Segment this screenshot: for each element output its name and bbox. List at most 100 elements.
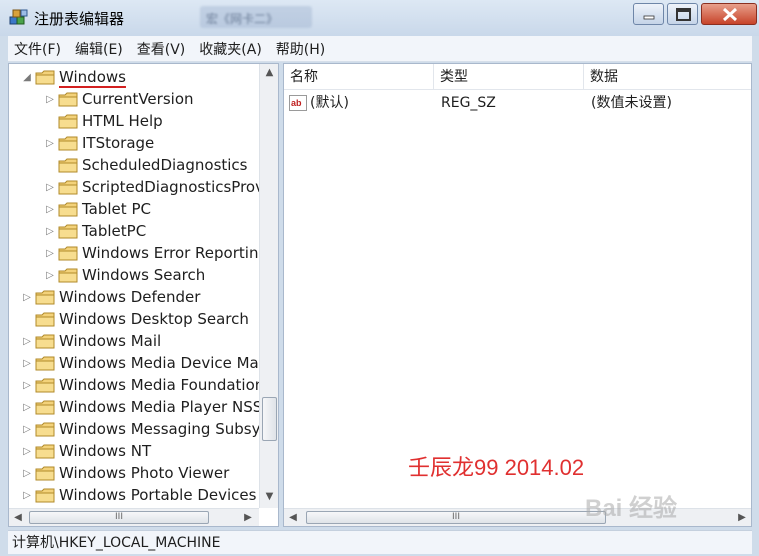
folder-icon (58, 224, 78, 239)
expand-icon[interactable]: ▷ (44, 93, 56, 105)
tree-item[interactable]: ◢ Windows (21, 66, 126, 88)
column-data[interactable]: 数据 (584, 64, 751, 90)
tree-item-label: Windows Portable Devices (59, 486, 257, 504)
tree-item[interactable]: ▷ Windows Media Device Ma (21, 352, 259, 374)
values-pane[interactable]: 名称 类型 数据 ab (默认) REG_SZ (数值未设置) 壬辰龙99 20… (283, 63, 752, 527)
folder-icon (35, 312, 55, 327)
menu-help[interactable]: 帮助(H) (276, 39, 325, 59)
folder-icon (58, 202, 78, 217)
scroll-down-icon[interactable]: ▼ (260, 488, 278, 506)
minimize-button[interactable] (633, 3, 664, 25)
tree-item-label: TabletPC (82, 222, 147, 240)
scroll-left-icon[interactable]: ◀ (284, 509, 302, 526)
tree-item[interactable]: Windows Desktop Search (21, 308, 249, 330)
tree-item[interactable]: ▷ Windows Portable Devices (21, 484, 256, 506)
tree-item[interactable]: ▷ ScriptedDiagnosticsProv (44, 176, 259, 198)
expand-icon[interactable]: ▷ (21, 379, 33, 391)
tree-item[interactable]: ▷ TabletPC (44, 220, 146, 242)
tree-item[interactable]: ▷ Windows NT (21, 440, 151, 462)
folder-icon (35, 378, 55, 393)
tree-vertical-scrollbar[interactable]: ▲ ▼ (259, 64, 278, 508)
scroll-thumb[interactable] (262, 397, 277, 441)
tree-item-label: Windows Search (82, 266, 206, 284)
expand-icon[interactable]: ▷ (21, 467, 33, 479)
menu-favorites[interactable]: 收藏夹(A) (199, 39, 262, 59)
folder-icon (35, 334, 55, 349)
tree-item[interactable]: ▷ Windows Messaging Subsys (21, 418, 259, 440)
key-tree-pane[interactable]: ◢ Windows ▷ CurrentVersion HTML Help ▷ ITStora… (8, 63, 279, 527)
column-type[interactable]: 类型 (434, 64, 584, 90)
expand-icon[interactable]: ▷ (21, 291, 33, 303)
tree-item[interactable]: ▷ Windows Photo Viewer (21, 462, 229, 484)
scroll-thumb[interactable]: III (29, 511, 209, 524)
expand-icon[interactable]: ▷ (21, 357, 33, 369)
registry-editor-icon (9, 9, 28, 25)
tree-item-label: HTML Help (82, 112, 163, 130)
tree-item[interactable]: ▷ Windows Media Player NSS (21, 396, 259, 418)
tree-item[interactable]: ▷ Windows Mail (21, 330, 161, 352)
folder-icon (35, 70, 55, 85)
menu-view[interactable]: 查看(V) (137, 39, 186, 59)
folder-icon (35, 400, 55, 415)
tree-item-label: Windows Defender (59, 288, 201, 306)
expand-icon[interactable]: ▷ (21, 423, 33, 435)
svg-text:ab: ab (291, 98, 302, 108)
folder-icon (58, 180, 78, 195)
tree-item-label: Tablet PC (82, 200, 151, 218)
tree-item-label: Windows Desktop Search (59, 310, 249, 328)
expand-icon[interactable]: ▷ (44, 137, 56, 149)
folder-icon (35, 488, 55, 503)
scroll-thumb[interactable]: III (306, 511, 606, 524)
expand-icon[interactable]: ▷ (21, 445, 33, 457)
expand-icon[interactable]: ▷ (44, 247, 56, 259)
expand-icon[interactable]: ▷ (44, 225, 56, 237)
expand-icon[interactable]: ▷ (44, 269, 56, 281)
close-button[interactable] (701, 3, 757, 25)
tree-item-label: Windows Media Player NSS (59, 398, 259, 416)
tree-item[interactable]: ▷ Windows Defender (21, 286, 200, 308)
tree-item-label: CurrentVersion (82, 90, 194, 108)
folder-icon (35, 290, 55, 305)
folder-icon (58, 92, 78, 107)
folder-icon (58, 136, 78, 151)
expand-icon[interactable]: ▷ (44, 181, 56, 193)
tree-item-label: Windows Media Foundation (59, 376, 259, 394)
expand-icon[interactable]: ▷ (21, 401, 33, 413)
value-name: (默认) (310, 95, 349, 111)
menu-edit[interactable]: 编辑(E) (75, 39, 123, 59)
tree-item[interactable]: ▷ Windows Error Reporting (44, 242, 259, 264)
expand-icon[interactable]: ▷ (21, 335, 33, 347)
scroll-right-icon[interactable]: ▶ (239, 509, 257, 526)
tree-item[interactable]: HTML Help (44, 110, 163, 132)
tree-item-label: Windows Mail (59, 332, 162, 350)
tree-item[interactable]: ▷ Windows Search (44, 264, 205, 286)
maximize-button[interactable] (667, 3, 698, 25)
status-bar: 计算机\HKEY_LOCAL_MACHINE (8, 530, 752, 554)
tree-item[interactable]: ▷ CurrentVersion (44, 88, 194, 110)
value-row[interactable]: ab (默认) REG_SZ (数值未设置) (284, 92, 751, 114)
window-title: 注册表编辑器 (34, 10, 125, 28)
menu-bar: 文件(F) 编辑(E) 查看(V) 收藏夹(A) 帮助(H) (8, 36, 752, 62)
tree-item-label: Windows Media Device Ma (59, 354, 259, 372)
folder-icon (35, 356, 55, 371)
tree-item[interactable]: ScheduledDiagnostics (44, 154, 248, 176)
folder-icon (58, 158, 78, 173)
scroll-left-icon[interactable]: ◀ (9, 509, 27, 526)
expand-icon[interactable]: ▷ (21, 489, 33, 501)
tree-item[interactable]: ▷ ITStorage (44, 132, 154, 154)
tree-item[interactable]: ▷ Windows Media Foundation (21, 374, 259, 396)
menu-file[interactable]: 文件(F) (14, 39, 61, 59)
column-header: 名称 类型 数据 (284, 64, 751, 90)
expand-icon[interactable]: ▷ (44, 203, 56, 215)
tree-horizontal-scrollbar[interactable]: ◀ III ▶ (9, 508, 259, 526)
collapse-icon[interactable]: ◢ (21, 71, 33, 83)
scroll-up-icon[interactable]: ▲ (260, 64, 278, 82)
string-value-icon: ab (289, 95, 307, 111)
folder-icon (35, 466, 55, 481)
tree-item[interactable]: ▷ Tablet PC (44, 198, 151, 220)
column-name[interactable]: 名称 (284, 64, 434, 90)
blurred-tab: 宏《网卡二》 (200, 6, 312, 28)
